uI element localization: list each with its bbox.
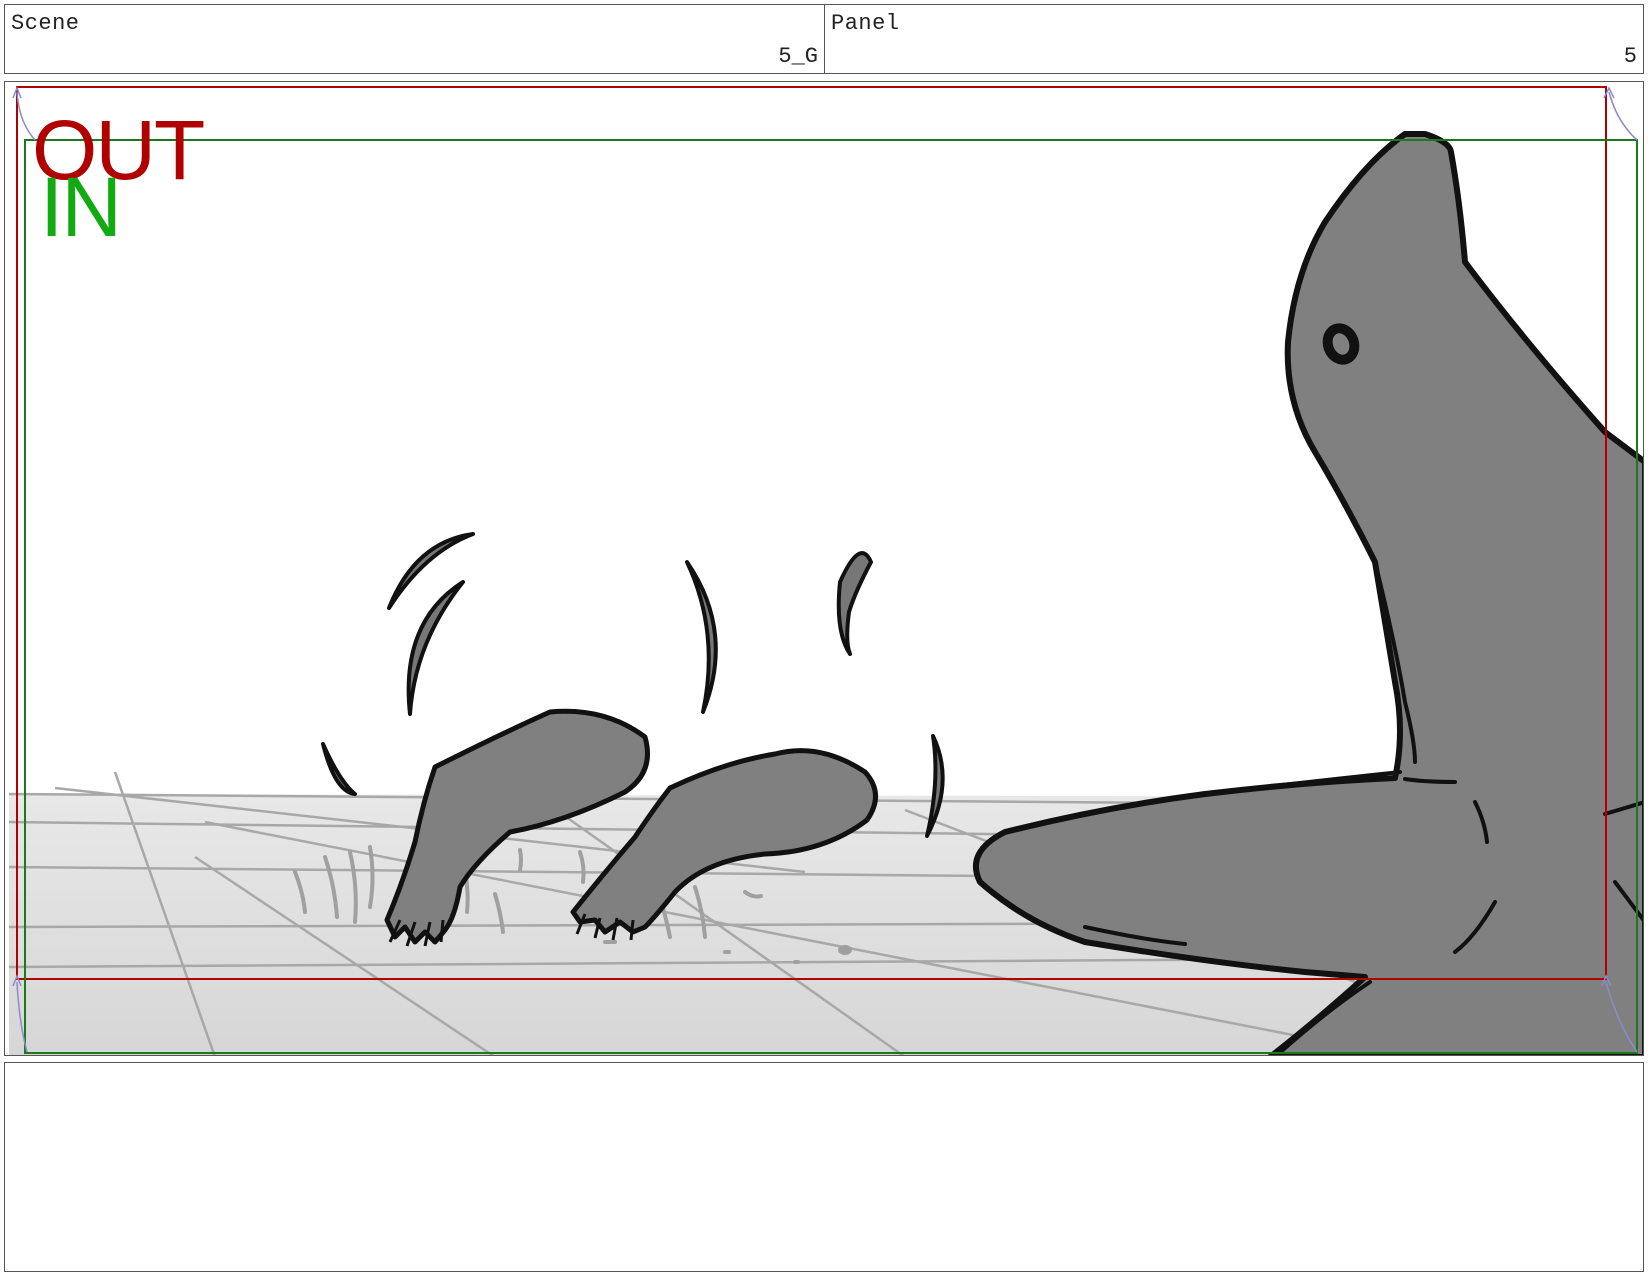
scene-label: Scene (11, 11, 80, 36)
in-label: IN (40, 160, 122, 254)
sea-lion-body (973, 131, 1643, 1055)
scene-field: Scene 5_G (4, 4, 825, 74)
storyboard-frame: OUT IN (4, 81, 1644, 1056)
panel-value: 5 (1623, 44, 1637, 69)
panel-label: Panel (831, 11, 900, 36)
panel-field: Panel 5 (824, 4, 1644, 74)
storyboard-sketch (8, 85, 1643, 1055)
notes-area[interactable] (4, 1062, 1644, 1272)
scene-value: 5_G (778, 44, 818, 69)
